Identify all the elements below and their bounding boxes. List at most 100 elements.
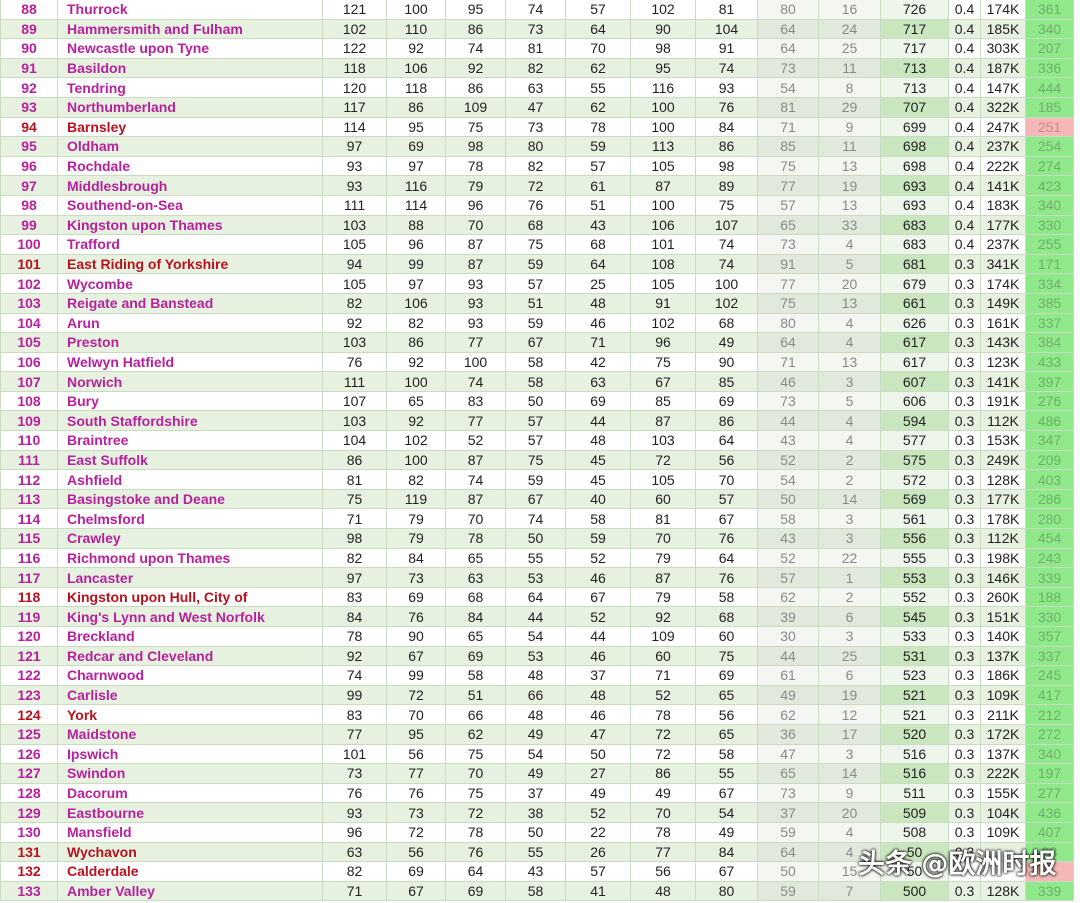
cell-name[interactable]: Basingstoke and Deane	[57, 488, 323, 510]
cell-total: 521	[880, 684, 949, 706]
cell-rank: 98	[0, 194, 58, 216]
cell-last-score: 454	[1025, 528, 1074, 549]
cell-col-7: 102	[695, 292, 758, 314]
cell-col-5: 71	[565, 332, 631, 353]
cell-population: 123K	[980, 351, 1026, 373]
cell-ratio: 0.3	[948, 782, 981, 804]
cell-last-score: 188	[1025, 586, 1074, 608]
cell-name[interactable]: Ipswich	[57, 743, 323, 765]
cell-name[interactable]: Basildon	[57, 57, 323, 79]
cell-col-9: 9	[818, 116, 881, 138]
table-row: 89 Hammersmith and Fulham 102 110 86 73 64 90 10…	[0, 18, 1074, 40]
cell-name[interactable]: East Suffolk	[57, 449, 323, 471]
cell-total: 617	[880, 332, 949, 353]
cell-col-4: 67	[505, 488, 566, 510]
cell-col-6: 116	[630, 77, 696, 98]
cell-col-3: 93	[445, 273, 506, 294]
cell-name[interactable]: East Riding of Yorkshire	[57, 253, 323, 275]
cell-col-9: 16	[818, 0, 881, 20]
table-row: 88 Thurrock 121 100 95 74 57 102 81 80 16 726 0.4 174…	[0, 0, 1074, 20]
cell-name[interactable]: Lancaster	[57, 567, 323, 588]
cell-name[interactable]: Oldham	[57, 136, 323, 157]
cell-col-4: 73	[505, 18, 566, 40]
cell-col-2: 118	[386, 77, 446, 98]
cell-name[interactable]: Redcar and Cleveland	[57, 645, 323, 667]
cell-col-7: 75	[695, 645, 758, 667]
cell-col-1: 94	[322, 253, 387, 275]
cell-col-3: 69	[445, 645, 506, 667]
cell-name[interactable]: Middlesbrough	[57, 175, 323, 196]
cell-col-4: 38	[505, 802, 566, 823]
cell-col-5: 59	[565, 136, 631, 157]
cell-name[interactable]: Breckland	[57, 626, 323, 647]
cell-col-5: 57	[565, 155, 631, 177]
cell-name[interactable]: Trafford	[57, 234, 323, 255]
cell-ratio: 0.3	[948, 469, 981, 490]
cell-name[interactable]: Southend-on-Sea	[57, 194, 323, 216]
cell-col-4: 48	[505, 704, 566, 725]
cell-col-2: 106	[386, 292, 446, 314]
cell-col-6: 81	[630, 508, 696, 530]
cell-total: 516	[880, 763, 949, 784]
cell-ratio: 0.4	[948, 96, 981, 118]
cell-total: 521	[880, 704, 949, 725]
cell-name[interactable]: Kingston upon Thames	[57, 214, 323, 236]
cell-name[interactable]: Welwyn Hatfield	[57, 351, 323, 373]
cell-col-8: 59	[757, 880, 819, 902]
cell-name[interactable]: York	[57, 704, 323, 725]
table-row: 100 Trafford 105 96 87 75 68 101 74 73 4 683 0.4 237K…	[0, 234, 1074, 255]
cell-col-1: 97	[322, 136, 387, 157]
cell-name[interactable]: Richmond upon Thames	[57, 547, 323, 569]
cell-col-9: 25	[818, 38, 881, 59]
cell-col-7: 68	[695, 606, 758, 627]
cell-name[interactable]: Amber Valley	[57, 880, 323, 902]
cell-name[interactable]: Carlisle	[57, 684, 323, 706]
cell-name[interactable]: South Staffordshire	[57, 410, 323, 432]
cell-total: 606	[880, 390, 949, 412]
cell-rank: 114	[0, 508, 58, 530]
cell-col-4: 59	[505, 469, 566, 490]
cell-name[interactable]: Reigate and Banstead	[57, 292, 323, 314]
cell-col-8: 58	[757, 508, 819, 530]
cell-name[interactable]: Northumberland	[57, 96, 323, 118]
cell-name[interactable]: Swindon	[57, 763, 323, 784]
cell-last-score: 286	[1025, 488, 1074, 510]
cell-name[interactable]: Ashfield	[57, 469, 323, 490]
cell-name[interactable]: Calderdale	[57, 861, 323, 882]
cell-total: 661	[880, 292, 949, 314]
cell-name[interactable]: Mansfield	[57, 821, 323, 843]
cell-population: 186K	[980, 665, 1026, 686]
cell-name[interactable]: Eastbourne	[57, 802, 323, 823]
cell-name[interactable]: Norwich	[57, 371, 323, 392]
cell-name[interactable]: Wycombe	[57, 273, 323, 294]
cell-name[interactable]: Newcastle upon Tyne	[57, 38, 323, 59]
cell-name[interactable]: Braintree	[57, 430, 323, 451]
cell-name[interactable]: Crawley	[57, 528, 323, 549]
cell-name[interactable]: Charnwood	[57, 665, 323, 686]
cell-name[interactable]: Kingston upon Hull, City of	[57, 586, 323, 608]
cell-col-1: 82	[322, 547, 387, 569]
cell-name[interactable]: Maidstone	[57, 723, 323, 745]
cell-name[interactable]: Arun	[57, 312, 323, 334]
cell-name[interactable]: Bury	[57, 390, 323, 412]
cell-name[interactable]: Thurrock	[57, 0, 323, 20]
cell-name[interactable]: Preston	[57, 332, 323, 353]
cell-name[interactable]: Chelmsford	[57, 508, 323, 530]
table-row: 120 Breckland 78 90 65 54 44 109 60 30 3 533 0.3 140K…	[0, 626, 1074, 647]
cell-col-1: 82	[322, 292, 387, 314]
cell-name[interactable]: Barnsley	[57, 116, 323, 138]
cell-name[interactable]: Wychavon	[57, 841, 323, 863]
cell-name[interactable]: Dacorum	[57, 782, 323, 804]
cell-col-2: 97	[386, 155, 446, 177]
cell-name[interactable]: King's Lynn and West Norfolk	[57, 606, 323, 627]
cell-name[interactable]: Rochdale	[57, 155, 323, 177]
cell-col-2: 76	[386, 782, 446, 804]
cell-col-1: 71	[322, 508, 387, 530]
cell-name[interactable]: Tendring	[57, 77, 323, 98]
cell-col-2: 102	[386, 430, 446, 451]
cell-ratio: 0.4	[948, 18, 981, 40]
cell-rank: 102	[0, 273, 58, 294]
cell-name[interactable]: Hammersmith and Fulham	[57, 18, 323, 40]
cell-col-1: 82	[322, 861, 387, 882]
cell-rank: 119	[0, 606, 58, 627]
